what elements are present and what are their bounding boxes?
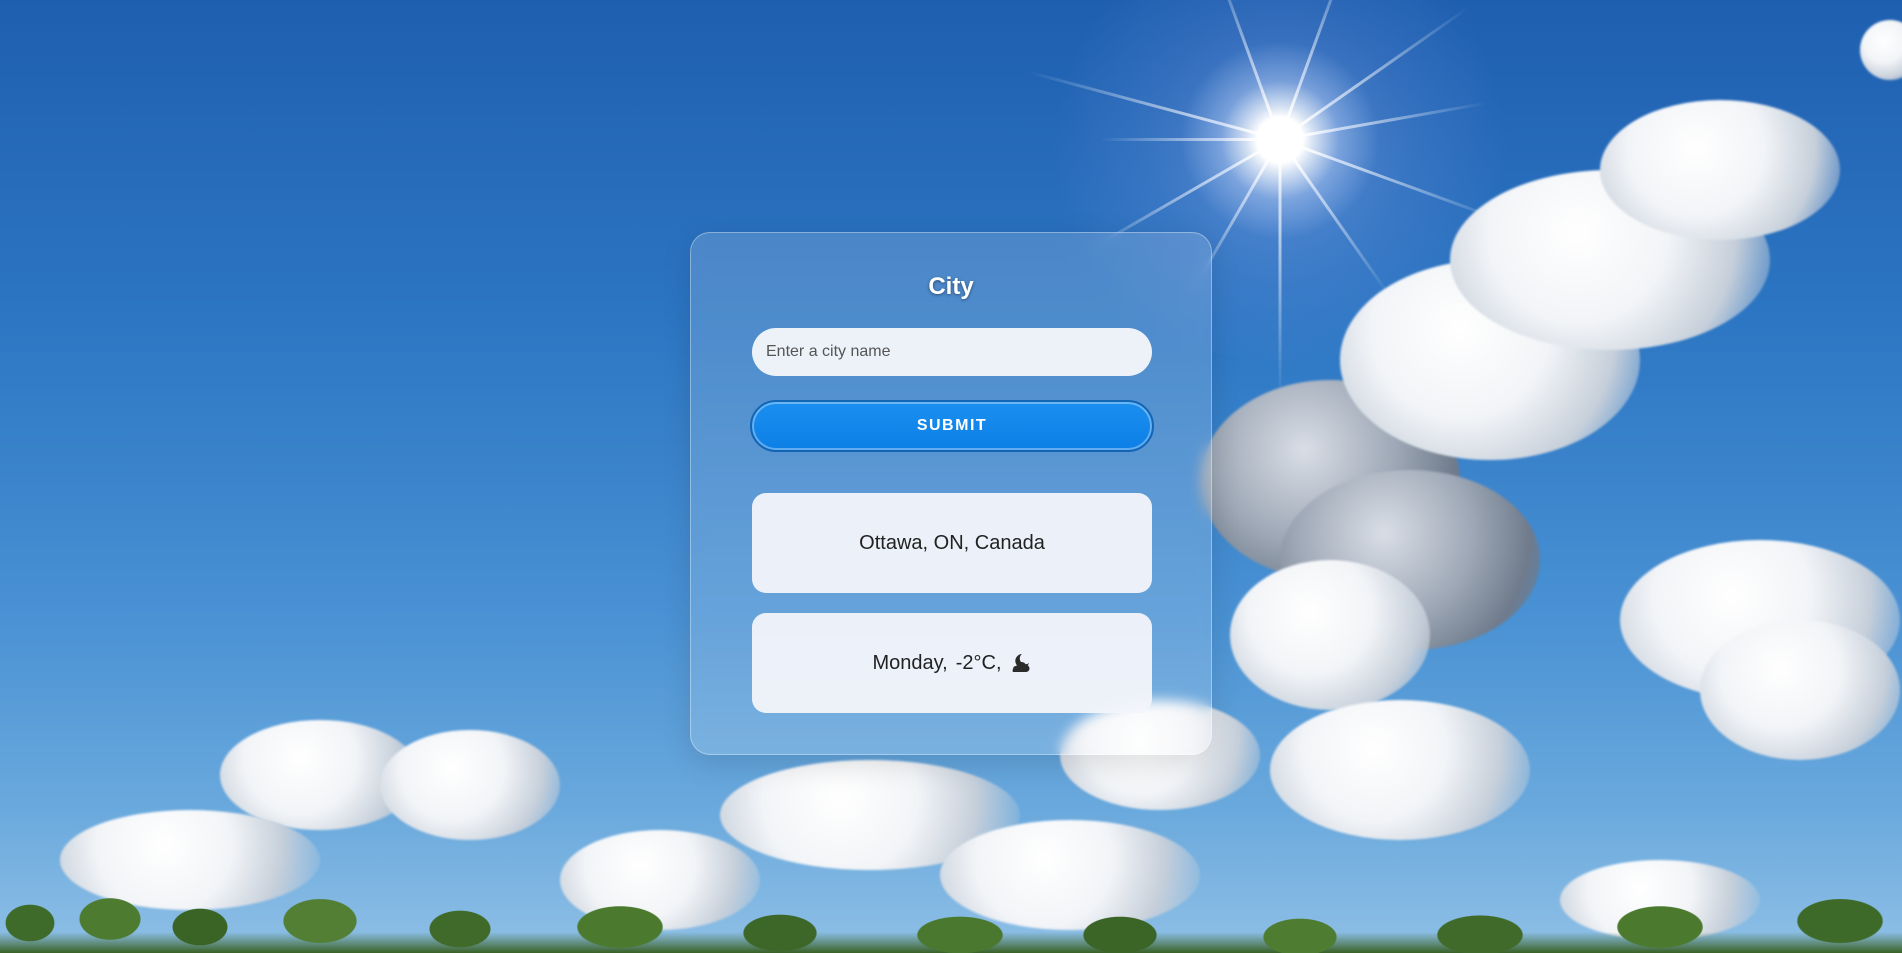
submit-button[interactable]: SUBMIT bbox=[750, 400, 1154, 452]
sun bbox=[1180, 40, 1380, 240]
forecast-result: Monday, -2°C, bbox=[752, 613, 1152, 713]
city-input[interactable] bbox=[752, 328, 1152, 376]
cloud bbox=[1860, 20, 1902, 80]
treeline bbox=[0, 883, 1902, 953]
card-title: City bbox=[928, 273, 974, 300]
location-result: Ottawa, ON, Canada bbox=[752, 493, 1152, 593]
location-text: Ottawa, ON, Canada bbox=[859, 531, 1045, 554]
forecast-temperature: -2°C, bbox=[955, 651, 1002, 674]
moon-cloud-icon bbox=[1008, 652, 1032, 674]
cloud bbox=[1230, 560, 1430, 710]
cloud bbox=[1270, 700, 1530, 840]
forecast-day: Monday, bbox=[872, 651, 948, 674]
cloud bbox=[1600, 100, 1840, 240]
cloud bbox=[1700, 620, 1900, 760]
cloud bbox=[380, 730, 560, 840]
background-sky: City SUBMIT Ottawa, ON, Canada Monday, -… bbox=[0, 0, 1902, 953]
city-search-card: City SUBMIT Ottawa, ON, Canada Monday, -… bbox=[690, 232, 1212, 755]
